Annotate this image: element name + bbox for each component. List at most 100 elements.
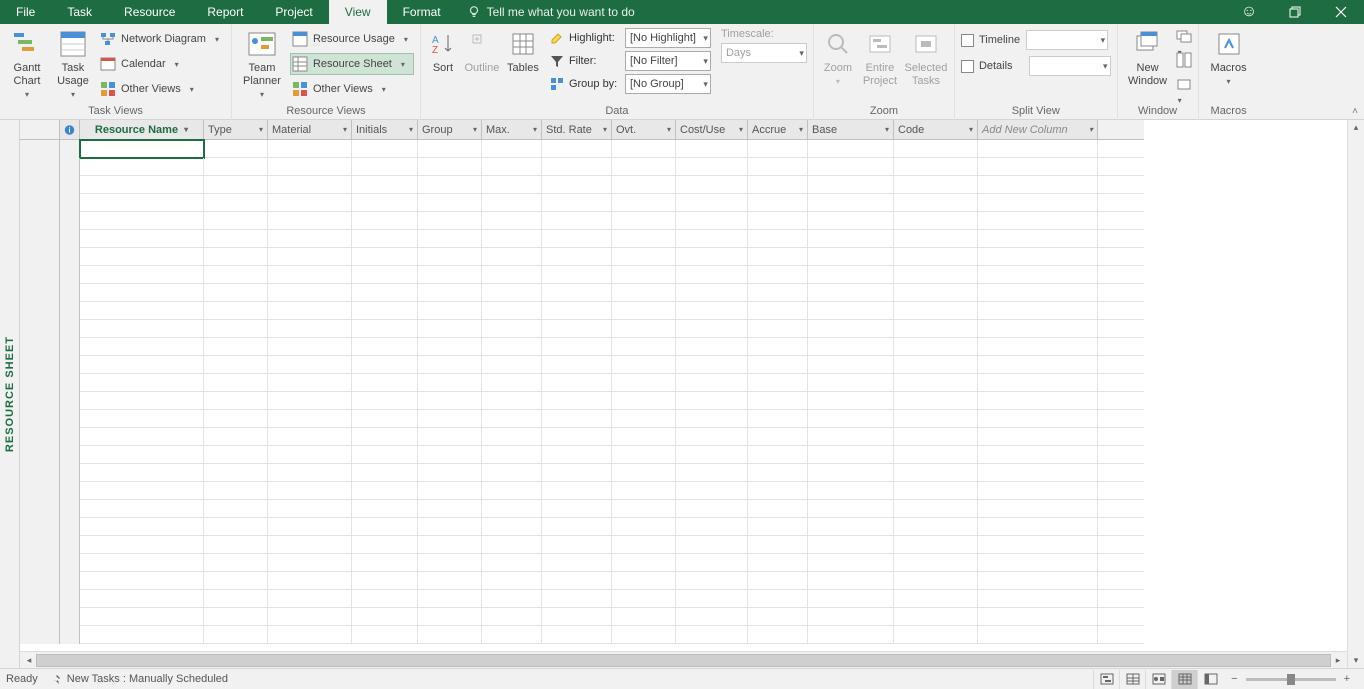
cell-rowhdr[interactable] — [20, 356, 60, 374]
cell-add_new[interactable] — [978, 320, 1098, 338]
cell-info[interactable] — [60, 320, 80, 338]
cell-std_rate[interactable] — [542, 428, 612, 446]
cell-type[interactable] — [204, 374, 268, 392]
cell-accrue[interactable] — [748, 338, 808, 356]
cell-type[interactable] — [204, 608, 268, 626]
cell-initials[interactable] — [352, 554, 418, 572]
column-header-accrue[interactable]: Accrue▾ — [748, 120, 808, 139]
cell-initials[interactable] — [352, 500, 418, 518]
cell-code[interactable] — [894, 194, 978, 212]
cell-ovt[interactable] — [612, 626, 676, 644]
selected-tasks-button[interactable]: SelectedTasks — [902, 26, 950, 104]
cell-resource_name[interactable] — [80, 608, 204, 626]
cell-resource_name[interactable] — [80, 356, 204, 374]
cell-rowhdr[interactable] — [20, 140, 60, 158]
cell-base[interactable] — [808, 284, 894, 302]
cell-code[interactable] — [894, 374, 978, 392]
cell-base[interactable] — [808, 374, 894, 392]
cell-std_rate[interactable] — [542, 140, 612, 158]
cell-info[interactable] — [60, 518, 80, 536]
cell-accrue[interactable] — [748, 140, 808, 158]
cell-cost_use[interactable] — [676, 554, 748, 572]
cell-max[interactable] — [482, 500, 542, 518]
cell-accrue[interactable] — [748, 464, 808, 482]
cell-cost_use[interactable] — [676, 140, 748, 158]
cell-group[interactable] — [418, 338, 482, 356]
cell-cost_use[interactable] — [676, 302, 748, 320]
cell-accrue[interactable] — [748, 554, 808, 572]
cell-initials[interactable] — [352, 140, 418, 158]
cell-max[interactable] — [482, 590, 542, 608]
cell-accrue[interactable] — [748, 194, 808, 212]
cell-material[interactable] — [268, 212, 352, 230]
cell-code[interactable] — [894, 482, 978, 500]
cell-rowhdr[interactable] — [20, 554, 60, 572]
cell-material[interactable] — [268, 194, 352, 212]
cell-resource_name[interactable] — [80, 428, 204, 446]
cell-initials[interactable] — [352, 392, 418, 410]
cell-resource_name[interactable] — [80, 500, 204, 518]
cell-code[interactable] — [894, 536, 978, 554]
cell-code[interactable] — [894, 554, 978, 572]
cell-base[interactable] — [808, 518, 894, 536]
cell-code[interactable] — [894, 212, 978, 230]
cell-base[interactable] — [808, 590, 894, 608]
cell-type[interactable] — [204, 500, 268, 518]
cell-std_rate[interactable] — [542, 374, 612, 392]
cell-std_rate[interactable] — [542, 536, 612, 554]
timescale-dropdown[interactable]: Days▾ — [721, 43, 807, 63]
cell-group[interactable] — [418, 194, 482, 212]
cell-std_rate[interactable] — [542, 590, 612, 608]
column-header-std_rate[interactable]: Std. Rate▾ — [542, 120, 612, 139]
cell-resource_name[interactable] — [80, 554, 204, 572]
cell-rowhdr[interactable] — [20, 248, 60, 266]
cell-rowhdr[interactable] — [20, 230, 60, 248]
cell-type[interactable] — [204, 158, 268, 176]
cell-code[interactable] — [894, 518, 978, 536]
cell-add_new[interactable] — [978, 248, 1098, 266]
cell-accrue[interactable] — [748, 428, 808, 446]
cell-type[interactable] — [204, 590, 268, 608]
cell-type[interactable] — [204, 536, 268, 554]
cell-std_rate[interactable] — [542, 554, 612, 572]
cell-initials[interactable] — [352, 176, 418, 194]
task-usage-button[interactable]: TaskUsage ▾ — [50, 26, 96, 104]
cell-info[interactable] — [60, 392, 80, 410]
cell-info[interactable] — [60, 446, 80, 464]
cell-group[interactable] — [418, 248, 482, 266]
scroll-down-icon[interactable]: ▾ — [1354, 655, 1359, 666]
cell-accrue[interactable] — [748, 482, 808, 500]
cell-material[interactable] — [268, 464, 352, 482]
tell-me-search[interactable]: Tell me what you want to do — [467, 5, 635, 19]
cell-initials[interactable] — [352, 482, 418, 500]
cell-base[interactable] — [808, 356, 894, 374]
cell-accrue[interactable] — [748, 590, 808, 608]
scroll-up-icon[interactable]: ▴ — [1354, 122, 1359, 133]
cell-std_rate[interactable] — [542, 608, 612, 626]
cell-type[interactable] — [204, 140, 268, 158]
restore-window-icon[interactable] — [1272, 0, 1318, 24]
cell-std_rate[interactable] — [542, 266, 612, 284]
cell-material[interactable] — [268, 446, 352, 464]
cell-group[interactable] — [418, 446, 482, 464]
cell-add_new[interactable] — [978, 194, 1098, 212]
cell-resource_name[interactable] — [80, 446, 204, 464]
resource-sheet-button[interactable]: Resource Sheet ▾ — [290, 53, 414, 75]
cell-code[interactable] — [894, 356, 978, 374]
cell-resource_name[interactable] — [80, 482, 204, 500]
cell-group[interactable] — [418, 284, 482, 302]
cell-material[interactable] — [268, 374, 352, 392]
cell-type[interactable] — [204, 302, 268, 320]
cell-base[interactable] — [808, 446, 894, 464]
cell-group[interactable] — [418, 608, 482, 626]
cell-add_new[interactable] — [978, 266, 1098, 284]
tab-format[interactable]: Format — [387, 0, 457, 24]
cell-group[interactable] — [418, 356, 482, 374]
cell-type[interactable] — [204, 482, 268, 500]
cell-add_new[interactable] — [978, 410, 1098, 428]
cell-rowhdr[interactable] — [20, 284, 60, 302]
cell-std_rate[interactable] — [542, 158, 612, 176]
cell-ovt[interactable] — [612, 158, 676, 176]
cell-add_new[interactable] — [978, 518, 1098, 536]
cell-max[interactable] — [482, 518, 542, 536]
